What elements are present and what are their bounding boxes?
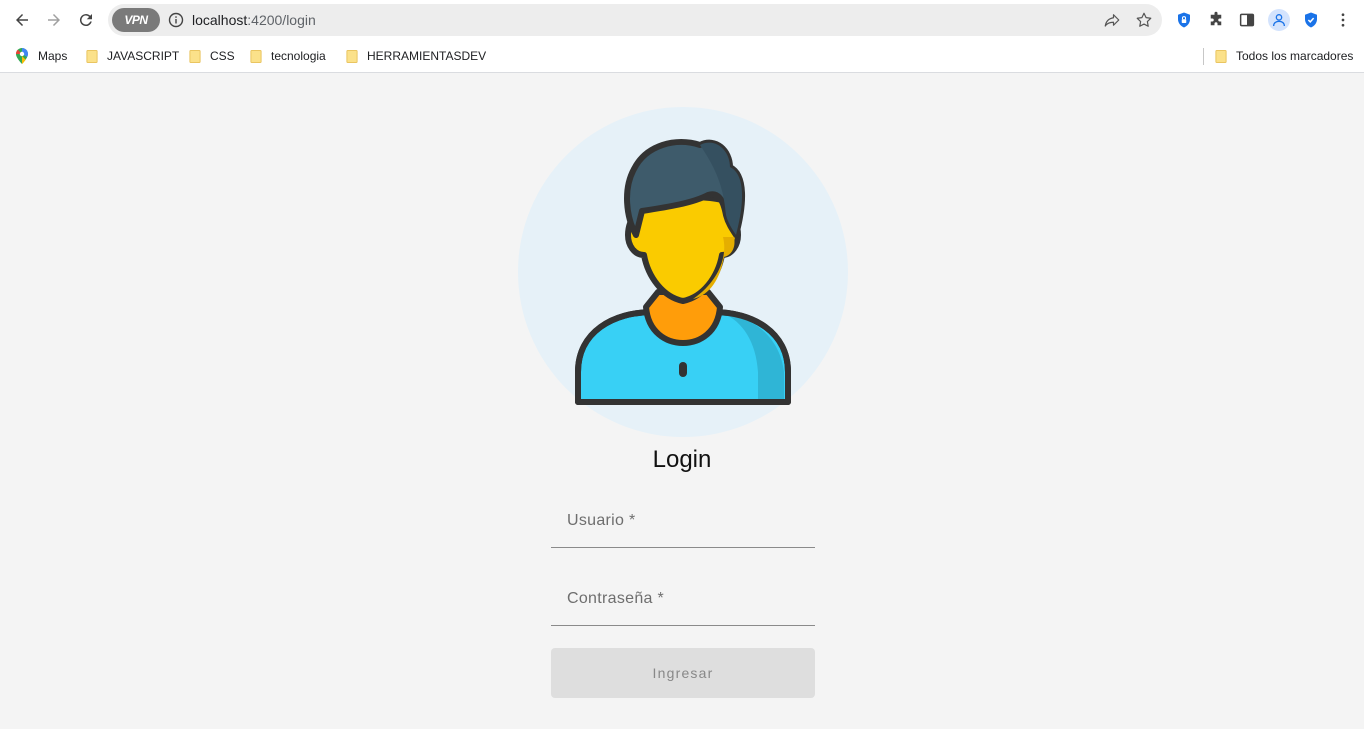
submit-label: Ingresar xyxy=(652,665,714,681)
profile-button[interactable] xyxy=(1268,9,1290,31)
maps-icon xyxy=(16,48,28,64)
folder-icon xyxy=(250,49,262,63)
url-path: :4200/login xyxy=(247,12,316,28)
security-extension-button[interactable] xyxy=(1300,9,1322,31)
bookmark-star-button[interactable] xyxy=(1134,10,1154,30)
bookmark-label: tecnologia xyxy=(271,49,326,63)
bookmark-maps[interactable]: Maps xyxy=(16,47,67,65)
address-bar[interactable]: VPN localhost:4200/login xyxy=(108,4,1162,36)
folder-icon xyxy=(346,49,358,63)
browser-menu-button[interactable] xyxy=(1332,9,1354,31)
back-arrow-icon xyxy=(16,14,28,26)
url-text[interactable]: localhost:4200/login xyxy=(192,12,316,28)
browser-toolbar: VPN localhost:4200/login xyxy=(0,0,1364,40)
vpn-label: VPN xyxy=(124,13,148,27)
puzzle-icon xyxy=(1210,11,1222,26)
share-icon xyxy=(1104,14,1120,27)
bookmark-folder-tecnologia[interactable]: tecnologia xyxy=(250,47,326,65)
bookmarks-separator xyxy=(1203,48,1204,65)
profile-icon xyxy=(1273,14,1285,27)
bookmark-label: HERRAMIENTASDEV xyxy=(367,49,487,63)
forward-arrow-icon xyxy=(48,14,60,26)
vpn-badge[interactable]: VPN xyxy=(112,8,160,32)
side-panel-button[interactable] xyxy=(1236,9,1258,31)
shield-check-icon xyxy=(1305,12,1317,28)
all-bookmarks-label: Todos los marcadores xyxy=(1236,49,1354,63)
extensions-button[interactable] xyxy=(1205,9,1227,31)
share-button[interactable] xyxy=(1102,10,1122,30)
reload-button[interactable] xyxy=(72,6,100,34)
bookmark-folder-herramientasdev[interactable]: HERRAMIENTASDEV xyxy=(346,47,486,65)
login-title: Login xyxy=(652,446,712,473)
site-info-icon[interactable] xyxy=(168,12,184,28)
url-host: localhost xyxy=(192,12,248,28)
star-icon xyxy=(1136,12,1152,27)
username-field[interactable]: Usuario * xyxy=(551,496,815,548)
reload-icon xyxy=(79,14,92,27)
vpn-extension-button[interactable] xyxy=(1173,9,1195,31)
password-field[interactable]: Contraseña * xyxy=(551,574,815,626)
bookmark-folder-javascript[interactable]: JAVASCRIPT xyxy=(86,47,179,65)
bookmark-label: CSS xyxy=(210,49,235,63)
user-avatar-icon xyxy=(575,139,791,405)
username-input[interactable] xyxy=(551,496,815,547)
all-bookmarks-folder[interactable]: Todos los marcadores xyxy=(1215,47,1353,65)
shield-lock-icon xyxy=(1178,12,1190,28)
kebab-menu-icon xyxy=(1341,13,1345,27)
bookmark-label: Maps xyxy=(38,49,68,63)
bookmark-folder-css[interactable]: CSS xyxy=(189,47,235,65)
password-input[interactable] xyxy=(551,574,815,625)
folder-icon xyxy=(86,49,98,63)
forward-button[interactable] xyxy=(40,6,68,34)
login-submit-button[interactable]: Ingresar xyxy=(551,648,815,698)
side-panel-icon xyxy=(1239,13,1255,27)
bookmark-label: JAVASCRIPT xyxy=(107,49,180,63)
folder-icon xyxy=(1215,49,1227,63)
back-button[interactable] xyxy=(8,6,36,34)
folder-icon xyxy=(189,49,201,63)
